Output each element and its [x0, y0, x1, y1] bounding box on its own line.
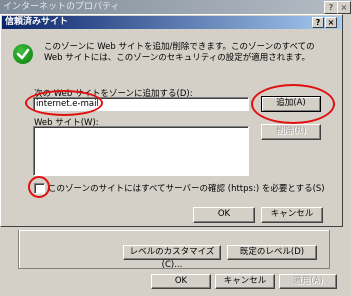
outer-apply-label: 適用(A) — [293, 276, 323, 286]
checkmark-icon — [13, 44, 33, 64]
annotation-ellipse-checkbox — [28, 176, 50, 198]
dialog-title: 信頼済みサイト — [5, 17, 69, 27]
dialog-titlebar-buttons: ? × — [312, 17, 338, 28]
sites-list[interactable] — [33, 126, 249, 176]
annotation-ellipse-add-button — [251, 84, 335, 124]
outer-ok-button[interactable]: OK — [151, 274, 211, 289]
close-icon: × — [340, 3, 348, 12]
outer-cancel-button[interactable]: キャンセル — [215, 274, 275, 289]
help-icon: ? — [328, 3, 334, 12]
dialog-cancel-label: キャンセル — [270, 209, 314, 219]
annotation-ellipse-input — [25, 90, 103, 116]
outer-help-button[interactable]: ? — [324, 1, 338, 14]
default-level-label: 既定のレベル(D) — [239, 247, 305, 257]
help-icon: ? — [315, 18, 321, 27]
dialog-ok-label: OK — [217, 209, 231, 219]
remove-button[interactable]: 削除(R) — [261, 124, 321, 140]
zone-description: このゾーンに Web サイトを追加/削除できます。このゾーンのすべての Web … — [44, 42, 315, 63]
outer-ok-label: OK — [174, 276, 188, 286]
custom-level-button[interactable]: レベルのカスタマイズ(C)... — [123, 245, 221, 270]
outer-apply-button[interactable]: 適用(A) — [279, 274, 337, 289]
dialog-cancel-button[interactable]: キャンセル — [261, 207, 323, 223]
dialog-ok-button[interactable]: OK — [193, 207, 255, 223]
outer-cancel-label: キャンセル — [223, 276, 267, 286]
close-icon: × — [327, 18, 335, 27]
https-checkbox-label: このゾーンのサイトにはすべてサーバーの確認 (https:) を必要とする(S) — [48, 184, 325, 194]
default-level-button[interactable]: 既定のレベル(D) — [227, 245, 317, 260]
outer-window-title: インターネットのプロパティ — [3, 2, 120, 12]
dialog-titlebar: 信頼済みサイト ? × — [2, 16, 341, 29]
dialog-close-button[interactable]: × — [325, 17, 337, 28]
remove-button-label: 削除(R) — [276, 126, 306, 136]
outer-close-button[interactable]: × — [337, 1, 351, 14]
outer-window-titlebar: インターネットのプロパティ ? × — [0, 0, 351, 14]
dialog-help-button[interactable]: ? — [312, 17, 324, 28]
